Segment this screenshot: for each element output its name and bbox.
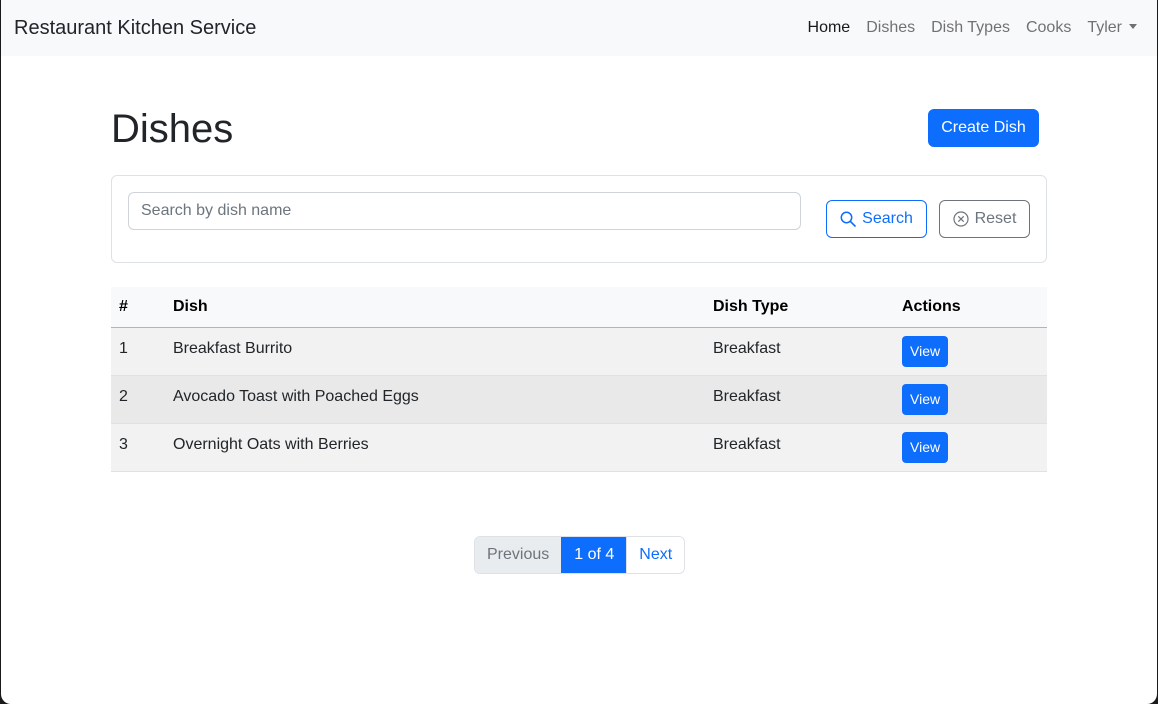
row-actions: View (894, 423, 1047, 472)
close-circle-icon (952, 211, 969, 227)
pagination: Previous 1 of 4 Next (474, 536, 686, 574)
search-card: Search Reset (111, 175, 1047, 263)
reset-button[interactable]: Reset (939, 200, 1030, 238)
nav-dish-types[interactable]: Dish Types (931, 18, 1010, 38)
row-dish: Avocado Toast with Poached Eggs (165, 375, 705, 424)
view-button[interactable]: View (902, 335, 949, 367)
nav-home[interactable]: Home (808, 18, 851, 38)
row-dish: Breakfast Burrito (165, 327, 705, 376)
header-dish: Dish (165, 287, 705, 328)
view-button[interactable]: View (902, 431, 949, 463)
row-number: 3 (111, 423, 165, 472)
search-icon (840, 211, 856, 227)
page-title: Dishes (111, 107, 234, 151)
next-page-button[interactable]: Next (626, 537, 685, 573)
create-dish-button[interactable]: Create Dish (928, 109, 1039, 147)
app-window: Restaurant Kitchen Service Home Dishes D… (1, 0, 1157, 704)
reset-button-label: Reset (974, 210, 1017, 227)
nav-dishes[interactable]: Dishes (866, 18, 915, 38)
search-button[interactable]: Search (826, 200, 927, 238)
dishes-table: # Dish Dish Type Actions 1 Breakfast Bur… (111, 287, 1047, 472)
view-button[interactable]: View (902, 383, 949, 415)
table-header-row: # Dish Dish Type Actions (111, 287, 1047, 328)
search-button-label: Search (862, 210, 913, 227)
search-input[interactable] (128, 192, 801, 230)
row-dish-type: Breakfast (705, 375, 894, 424)
nav-cooks[interactable]: Cooks (1026, 18, 1071, 38)
current-page-indicator: 1 of 4 (561, 537, 627, 573)
row-actions: View (894, 375, 1047, 424)
table-row: 3 Overnight Oats with Berries Breakfast … (111, 423, 1047, 472)
user-name: Tyler (1087, 19, 1122, 36)
row-dish-type: Breakfast (705, 327, 894, 376)
caret-down-icon (1129, 24, 1137, 29)
row-actions: View (894, 327, 1047, 376)
nav-links: Home Dishes Dish Types Cooks Tyler (792, 18, 1137, 38)
table-row: 2 Avocado Toast with Poached Eggs Breakf… (111, 375, 1047, 424)
previous-page-button[interactable]: Previous (475, 537, 562, 573)
row-dish: Overnight Oats with Berries (165, 423, 705, 472)
header-number: # (111, 287, 165, 328)
table-row: 1 Breakfast Burrito Breakfast View (111, 327, 1047, 376)
row-number: 1 (111, 327, 165, 376)
navbar: Restaurant Kitchen Service Home Dishes D… (1, 0, 1157, 56)
header-dish-type: Dish Type (705, 287, 894, 328)
user-dropdown[interactable]: Tyler (1087, 18, 1137, 38)
header-actions: Actions (894, 287, 1047, 328)
row-number: 2 (111, 375, 165, 424)
row-dish-type: Breakfast (705, 423, 894, 472)
brand-link[interactable]: Restaurant Kitchen Service (14, 16, 256, 40)
